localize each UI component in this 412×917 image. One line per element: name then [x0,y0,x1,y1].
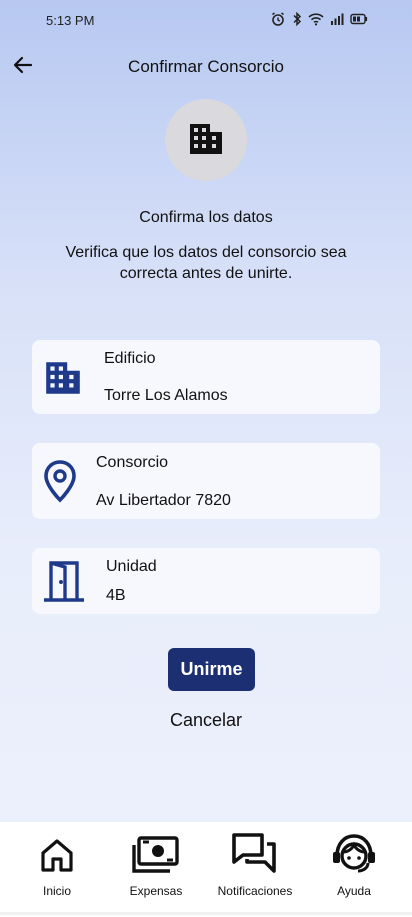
card-value: Av Libertador 7820 [96,492,231,509]
avatar [165,99,247,181]
status-time: 5:13 PM [46,13,95,28]
chat-icon [231,832,279,878]
card-unidad: Unidad 4B [32,548,380,614]
nav-item-inicio[interactable]: Inicio [32,832,82,898]
card-label: Edificio [104,350,156,367]
home-icon [39,832,75,878]
home-indicator [0,912,412,915]
status-icons [270,11,368,27]
nav-item-notificaciones[interactable]: Notificaciones [212,832,298,898]
card-edificio: Edificio Torre Los Alamos [32,340,380,414]
cancel-button[interactable]: Cancelar [0,710,412,731]
nav-label: Expensas [129,884,183,898]
section-description: Verifica que los datos del consorcio sea… [65,244,347,282]
card-consorcio: Consorcio Av Libertador 7820 [32,443,380,519]
building-icon [186,118,226,163]
battery-icon [350,13,368,25]
card-label: Unidad [106,558,157,575]
alarm-icon [270,11,286,27]
nav-label: Ayuda [337,884,371,898]
bluetooth-icon [292,11,302,27]
bottom-nav: Inicio Expensas Notificaciones Ayuda [0,822,412,917]
card-label: Consorcio [96,454,169,471]
money-icon [131,832,181,878]
nav-label: Notificaciones [217,884,293,898]
support-agent-icon [330,832,378,878]
status-bar: 5:13 PM [0,0,412,40]
nav-item-ayuda[interactable]: Ayuda [327,832,381,898]
signal-icon [330,12,344,26]
door-icon [42,560,86,602]
section-heading: Confirma los datos [139,209,273,226]
page-title: Confirmar Consorcio [128,57,284,76]
location-pin-icon [40,459,80,503]
wifi-icon [308,12,324,26]
card-value: 4B [106,587,126,604]
join-button[interactable]: Unirme [168,648,255,691]
building-icon [42,356,84,398]
app-header: Confirmar Consorcio [0,50,412,84]
nav-item-expensas[interactable]: Expensas [122,832,190,898]
card-value: Torre Los Alamos [104,387,228,404]
nav-label: Inicio [42,884,71,898]
